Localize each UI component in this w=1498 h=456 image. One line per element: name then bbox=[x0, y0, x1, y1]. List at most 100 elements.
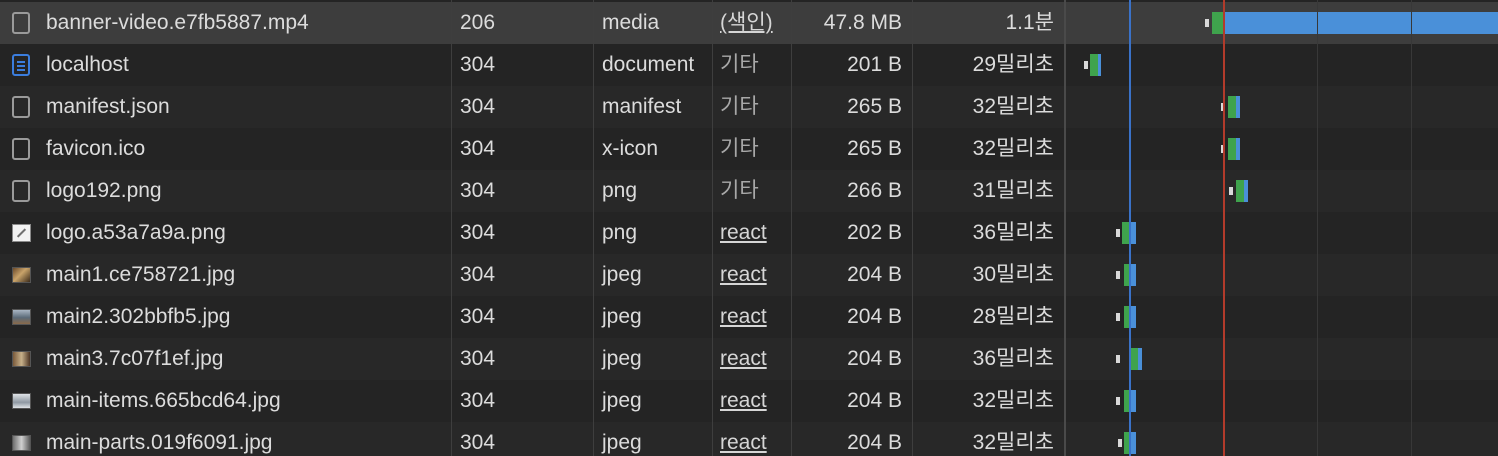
waterfall-cell[interactable] bbox=[1066, 422, 1498, 456]
size-cell: 201 B bbox=[847, 53, 902, 76]
waterfall-queue-tick bbox=[1084, 61, 1088, 69]
waterfall-waiting-bar bbox=[1212, 12, 1224, 34]
status-cell: 304 bbox=[460, 53, 496, 76]
waterfall-download-bar bbox=[1130, 264, 1136, 286]
file-icon bbox=[12, 180, 30, 202]
network-requests-table: banner-video.e7fb5887.mp4 206 media (색인) 47.… bbox=[0, 0, 1498, 456]
waterfall-cell[interactable] bbox=[1066, 380, 1498, 422]
waterfall-cell[interactable] bbox=[1066, 296, 1498, 338]
request-name-cell[interactable]: manifest.json bbox=[0, 86, 452, 128]
initiator-cell: 기타 bbox=[720, 95, 759, 118]
waterfall-cell[interactable] bbox=[1066, 170, 1498, 212]
request-name-cell[interactable]: main1.ce758721.jpg bbox=[0, 254, 452, 296]
waterfall-cell[interactable] bbox=[1066, 2, 1498, 44]
thumbnail-icon bbox=[12, 309, 31, 325]
initiator-cell[interactable]: react bbox=[713, 296, 791, 338]
waterfall-download-bar bbox=[1130, 432, 1136, 454]
type-cell: png bbox=[602, 221, 638, 244]
time-cell: 36밀리초 bbox=[972, 347, 1054, 370]
status-cell: 304 bbox=[460, 179, 496, 202]
request-name: main3.7c07f1ef.jpg bbox=[46, 347, 224, 370]
request-name-cell[interactable]: logo192.png bbox=[0, 170, 452, 212]
initiator-cell[interactable]: react bbox=[713, 254, 791, 296]
request-row[interactable]: main2.302bbfb5.jpg 304 jpeg react 204 B 28밀리초 bbox=[0, 296, 1498, 338]
type-cell: png bbox=[602, 179, 638, 202]
request-name-cell[interactable]: logo.a53a7a9a.png bbox=[0, 212, 452, 254]
waterfall-waiting-bar bbox=[1236, 180, 1244, 202]
file-icon bbox=[12, 12, 30, 34]
initiator-cell[interactable]: (색인) bbox=[713, 2, 791, 44]
waterfall-waiting-bar bbox=[1228, 138, 1236, 160]
request-row[interactable]: main1.ce758721.jpg 304 jpeg react 204 B 30밀리초 bbox=[0, 254, 1498, 296]
request-name: banner-video.e7fb5887.mp4 bbox=[46, 11, 309, 34]
request-row[interactable]: manifest.json 304 manifest 기타 265 B 32밀리초 bbox=[0, 86, 1498, 128]
waterfall-queue-tick bbox=[1229, 187, 1233, 195]
size-cell: 204 B bbox=[847, 305, 902, 328]
waterfall-queue-tick bbox=[1116, 355, 1120, 363]
waterfall-cell[interactable] bbox=[1066, 44, 1498, 86]
time-cell: 1.1분 bbox=[1005, 11, 1054, 34]
waterfall-download-bar bbox=[1236, 138, 1240, 160]
request-name-cell[interactable]: banner-video.e7fb5887.mp4 bbox=[0, 2, 452, 44]
thumbnail-icon bbox=[12, 393, 31, 409]
status-cell: 304 bbox=[460, 347, 496, 370]
waterfall-queue-tick bbox=[1116, 397, 1120, 405]
waterfall-waiting-bar bbox=[1130, 348, 1138, 370]
waterfall-queue-tick bbox=[1116, 313, 1120, 321]
type-cell: media bbox=[602, 11, 660, 34]
request-row[interactable]: logo.a53a7a9a.png 304 png react 202 B 36밀리초 bbox=[0, 212, 1498, 254]
document-icon bbox=[12, 54, 30, 76]
status-cell: 304 bbox=[460, 221, 496, 244]
request-name: main-items.665bcd64.jpg bbox=[46, 389, 281, 412]
request-row[interactable]: main3.7c07f1ef.jpg 304 jpeg react 204 B 36밀리초 bbox=[0, 338, 1498, 380]
initiator-cell[interactable]: react bbox=[713, 212, 791, 254]
size-cell: 204 B bbox=[847, 263, 902, 286]
request-name-cell[interactable]: main-parts.019f6091.jpg bbox=[0, 422, 452, 456]
waterfall-download-bar bbox=[1244, 180, 1248, 202]
type-cell: jpeg bbox=[602, 347, 642, 370]
request-name-cell[interactable]: main2.302bbfb5.jpg bbox=[0, 296, 452, 338]
status-cell: 304 bbox=[460, 305, 496, 328]
waterfall-download-bar bbox=[1224, 12, 1498, 34]
initiator-cell[interactable]: react bbox=[713, 380, 791, 422]
status-cell: 304 bbox=[460, 137, 496, 160]
thumbnail-icon bbox=[12, 351, 31, 367]
waterfall-cell[interactable] bbox=[1066, 86, 1498, 128]
request-name-cell[interactable]: main3.7c07f1ef.jpg bbox=[0, 338, 452, 380]
request-name-cell[interactable]: main-items.665bcd64.jpg bbox=[0, 380, 452, 422]
status-cell: 206 bbox=[460, 11, 496, 34]
waterfall-cell[interactable] bbox=[1066, 338, 1498, 380]
status-cell: 304 bbox=[460, 431, 496, 454]
waterfall-queue-tick bbox=[1221, 145, 1225, 153]
initiator-cell: 기타 bbox=[720, 179, 759, 202]
request-row[interactable]: localhost 304 document 기타 201 B 29밀리초 bbox=[0, 44, 1498, 86]
waterfall-download-bar bbox=[1236, 96, 1240, 118]
waterfall-queue-tick bbox=[1221, 103, 1225, 111]
type-cell: jpeg bbox=[602, 389, 642, 412]
waterfall-download-bar bbox=[1130, 222, 1136, 244]
request-row[interactable]: logo192.png 304 png 기타 266 B 31밀리초 bbox=[0, 170, 1498, 212]
waterfall-download-bar bbox=[1130, 390, 1136, 412]
initiator-cell[interactable]: react bbox=[713, 338, 791, 380]
size-cell: 47.8 MB bbox=[823, 11, 902, 34]
waterfall-cell[interactable] bbox=[1066, 254, 1498, 296]
request-name: logo.a53a7a9a.png bbox=[46, 221, 226, 244]
request-row[interactable]: main-parts.019f6091.jpg 304 jpeg react 204 B… bbox=[0, 422, 1498, 456]
waterfall-cell[interactable] bbox=[1066, 128, 1498, 170]
request-row[interactable]: main-items.665bcd64.jpg 304 jpeg react 204 B… bbox=[0, 380, 1498, 422]
waterfall-cell[interactable] bbox=[1066, 212, 1498, 254]
type-cell: manifest bbox=[602, 95, 682, 118]
size-cell: 204 B bbox=[847, 347, 902, 370]
initiator-cell: 기타 bbox=[720, 137, 759, 160]
time-cell: 32밀리초 bbox=[972, 137, 1054, 160]
time-cell: 28밀리초 bbox=[972, 305, 1054, 328]
request-name-cell[interactable]: localhost bbox=[0, 44, 452, 86]
request-name-cell[interactable]: favicon.ico bbox=[0, 128, 452, 170]
image-icon bbox=[12, 224, 31, 242]
time-cell: 32밀리초 bbox=[972, 95, 1054, 118]
initiator-cell[interactable]: react bbox=[713, 422, 791, 456]
waterfall-download-bar bbox=[1138, 348, 1142, 370]
request-name: localhost bbox=[46, 53, 129, 76]
request-row[interactable]: banner-video.e7fb5887.mp4 206 media (색인) 47.… bbox=[0, 2, 1498, 44]
request-row[interactable]: favicon.ico 304 x-icon 기타 265 B 32밀리초 bbox=[0, 128, 1498, 170]
